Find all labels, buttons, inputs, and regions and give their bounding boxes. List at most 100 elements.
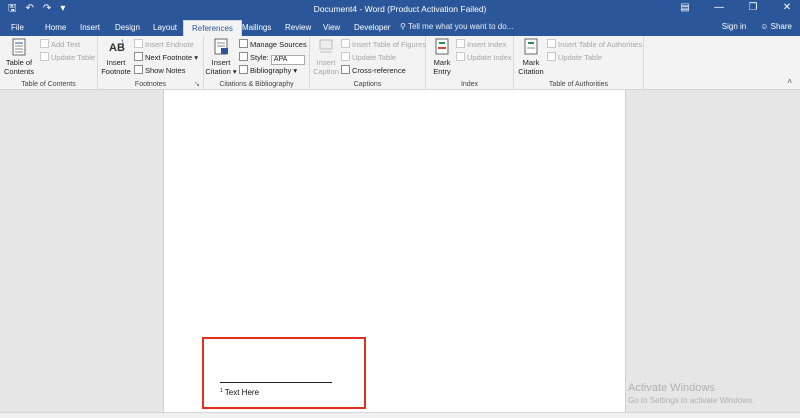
ribbon-display-icon[interactable]: ▤ [678, 2, 692, 13]
minimize-icon[interactable]: — [712, 2, 726, 13]
update-table-button[interactable]: Update Table [40, 52, 95, 63]
tab-review[interactable]: Review [285, 22, 311, 34]
tab-references[interactable]: References [183, 20, 242, 36]
update-index-icon [456, 52, 465, 61]
tab-developer[interactable]: Developer [354, 22, 390, 34]
group-table-of-contents: Table of Contents Add Text Update Table … [0, 36, 98, 90]
bibliography-label: Bibliography [250, 66, 292, 75]
close-icon[interactable]: ✕ [780, 2, 794, 13]
group-label: Index [460, 81, 479, 88]
insert-table-of-figures-label: Insert Table of Figures [352, 40, 427, 49]
title-bar: 🖫 ↶ ↷ ▾ Document4 - Word (Product Activa… [0, 0, 800, 19]
update-table-icon [40, 52, 49, 61]
insert-footnote-button[interactable]: AB 1 Insert Footnote [100, 38, 132, 76]
style-value: APA [273, 56, 288, 63]
update-index-label: Update Index [467, 53, 512, 62]
insert-index-button[interactable]: Insert Index [456, 39, 506, 50]
next-footnote-label: Next Footnote [145, 53, 193, 62]
group-index: Mark Entry Insert Index Update Index Ind… [426, 36, 514, 90]
cross-reference-icon [341, 65, 350, 74]
tab-file[interactable]: File [11, 22, 24, 34]
style-selector[interactable]: Style: APA [239, 52, 305, 65]
tab-view[interactable]: View [323, 22, 340, 34]
manage-sources-label: Manage Sources [250, 40, 307, 49]
insert-caption-button[interactable]: Insert Caption [312, 38, 340, 76]
citation-icon [214, 38, 228, 55]
caption-icon [319, 39, 333, 53]
table-of-contents-button[interactable]: Table of Contents [3, 38, 35, 76]
table-of-contents-icon [12, 38, 26, 56]
group-label: Table of Authorities [548, 81, 609, 88]
add-text-label: Add Text [51, 40, 81, 49]
tab-insert[interactable]: Insert [80, 22, 100, 34]
watermark-title: Activate Windows [628, 382, 715, 394]
sign-in-link[interactable]: Sign in [722, 22, 746, 31]
highlight-box [202, 337, 366, 409]
insert-table-of-figures-button[interactable]: Insert Table of Figures [341, 39, 426, 50]
table-of-figures-icon [341, 39, 350, 48]
manage-sources-button[interactable]: Manage Sources [239, 39, 307, 50]
watermark-subtitle: Go to Settings to activate Windows. [628, 396, 755, 405]
insert-footnote-label: Insert Footnote [101, 58, 131, 76]
mark-citation-label: Mark Citation [518, 58, 544, 76]
activate-windows-watermark: Activate Windows Go to Settings to activ… [628, 382, 754, 405]
next-footnote-button[interactable]: Next Footnote ▾ [134, 52, 198, 63]
style-dropdown[interactable]: APA [270, 55, 305, 65]
group-label: Footnotes [134, 81, 167, 88]
mark-entry-icon [435, 38, 449, 55]
table-of-contents-label: Table of Contents [3, 58, 35, 76]
table-of-authorities-icon [547, 39, 556, 48]
insert-endnote-label: Insert Endnote [145, 40, 194, 49]
dialog-launcher-icon[interactable]: ↘ [194, 80, 200, 88]
group-footnotes: AB 1 Insert Footnote Insert Endnote Next… [98, 36, 204, 90]
tell-me-search[interactable]: ⚲ Tell me what you want to do... [400, 22, 513, 31]
tell-me-text: Tell me what you want to do... [407, 22, 514, 31]
window-controls: ▤ — ❐ ✕ [678, 2, 794, 13]
show-notes-button[interactable]: Show Notes [134, 65, 185, 76]
group-label: Captions [353, 81, 382, 88]
mark-citation-icon [524, 38, 538, 55]
insert-citation-button[interactable]: Insert Citation ▾ [205, 38, 237, 76]
mark-entry-button[interactable]: Mark Entry [428, 38, 456, 76]
mark-entry-label: Mark Entry [433, 58, 451, 76]
tab-layout[interactable]: Layout [153, 22, 177, 34]
footnote-icon: AB 1 [109, 40, 125, 54]
update-table-captions-button[interactable]: Update Table [341, 52, 396, 63]
insert-table-of-authorities-button[interactable]: Insert Table of Authorities [547, 39, 642, 50]
ribbon: Table of Contents Add Text Update Table … [0, 36, 800, 90]
insert-citation-label: Insert Citation [205, 58, 231, 76]
update-table-authorities-button[interactable]: Update Table [547, 52, 602, 63]
document-area: 1 Text Here [0, 90, 800, 414]
insert-endnote-button[interactable]: Insert Endnote [134, 39, 194, 50]
insert-table-of-authorities-label: Insert Table of Authorities [558, 40, 643, 49]
tab-design[interactable]: Design [115, 22, 140, 34]
insert-index-label: Insert Index [467, 40, 507, 49]
bibliography-icon [239, 65, 248, 74]
add-text-icon [40, 39, 49, 48]
tab-mailings[interactable]: Mailings [242, 22, 271, 34]
style-label: Style: [250, 53, 269, 62]
next-footnote-icon [134, 52, 143, 61]
cross-reference-button[interactable]: Cross-reference [341, 65, 406, 76]
update-table-captions-label: Update Table [352, 53, 397, 62]
share-button[interactable]: ☺ Share [760, 22, 792, 31]
restore-icon[interactable]: ❐ [746, 2, 760, 13]
bibliography-button[interactable]: Bibliography ▾ [239, 65, 297, 76]
group-table-of-authorities: Mark Citation Insert Table of Authoritie… [514, 36, 644, 90]
group-citations: Insert Citation ▾ Manage Sources Style: … [204, 36, 310, 90]
group-label: Citations & Bibliography [219, 81, 294, 88]
group-label: Table of Contents [21, 81, 76, 88]
show-notes-label: Show Notes [145, 66, 186, 75]
add-text-button[interactable]: Add Text [40, 39, 80, 50]
endnote-icon [134, 39, 143, 48]
tab-home[interactable]: Home [45, 22, 66, 34]
person-icon: ☺ [760, 22, 769, 31]
collapse-ribbon-icon[interactable]: ˄ [787, 77, 792, 86]
insert-index-icon [456, 39, 465, 48]
group-captions: Insert Caption Insert Table of Figures U… [310, 36, 426, 90]
mark-citation-button[interactable]: Mark Citation [516, 38, 546, 76]
cross-reference-label: Cross-reference [352, 66, 406, 75]
update-index-button[interactable]: Update Index [456, 52, 512, 63]
share-label: Share [770, 22, 792, 31]
insert-caption-label: Insert Caption [313, 58, 339, 76]
